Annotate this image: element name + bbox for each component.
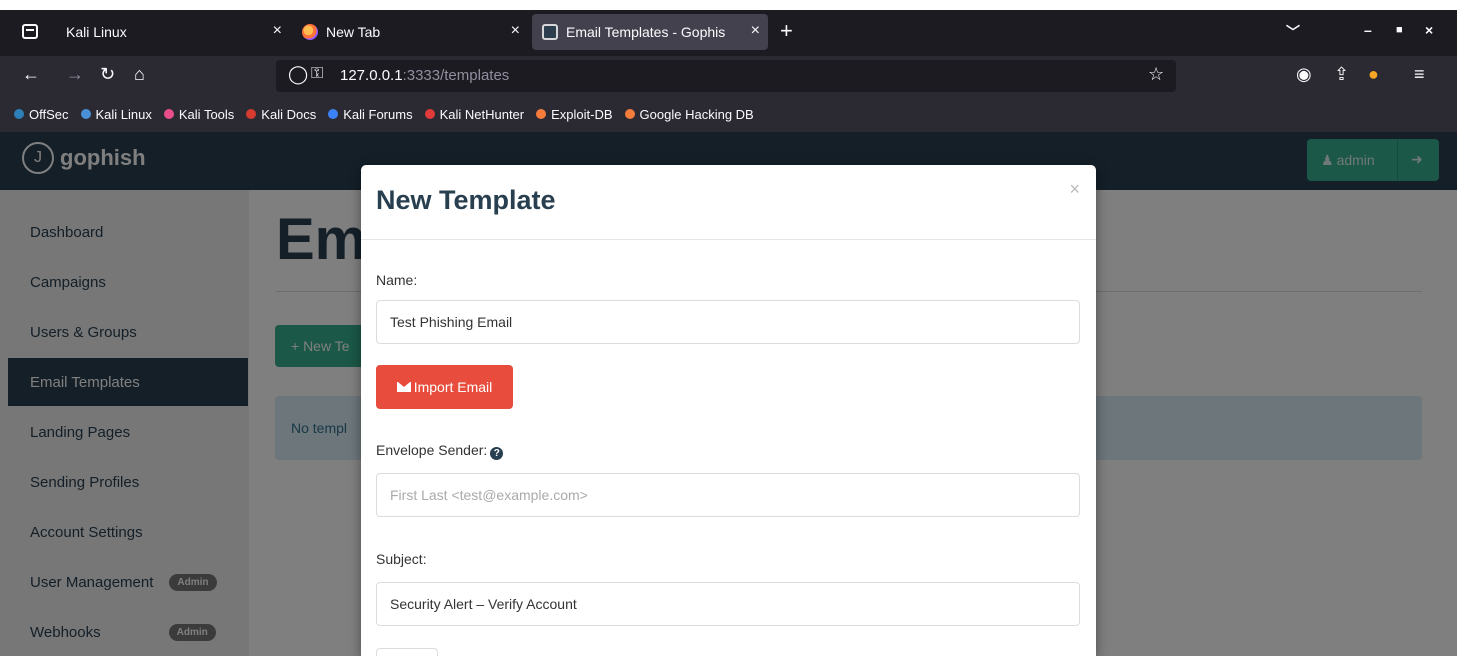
extension-icon[interactable]: ● [1368, 64, 1379, 85]
bookmark-kali-tools[interactable]: Kali Tools [163, 106, 235, 122]
subject-input[interactable] [376, 582, 1080, 626]
minimize-icon[interactable]: – [1364, 22, 1372, 38]
tab-new-tab[interactable]: New Tab × [302, 14, 520, 50]
bookmark-label: Kali Forums [343, 106, 413, 122]
url-path: :3333/templates [402, 67, 510, 84]
home-icon[interactable]: ⌂ [134, 64, 145, 85]
envelope-icon [396, 382, 411, 392]
envelope-sender-label: Envelope Sender:? [376, 442, 504, 460]
bookmark-label: Kali Linux [95, 106, 152, 122]
kali-tools-icon [163, 109, 174, 119]
bookmark-label: Google Hacking DB [639, 106, 754, 122]
envelope-sender-text: Envelope Sender: [376, 442, 488, 458]
bookmark-google-hacking-db[interactable]: Google Hacking DB [624, 106, 754, 122]
modal-title: New Template [376, 185, 556, 215]
envelope-sender-input[interactable] [376, 473, 1080, 517]
bookmark-label: Kali Tools [178, 106, 235, 122]
import-email-label: Import Email [413, 379, 493, 395]
bookmark-label: Exploit-DB [551, 106, 613, 122]
new-template-modal: New Template × Name: Import Email Envelo… [361, 165, 1096, 656]
close-window-icon[interactable]: × [1425, 22, 1433, 38]
bookmark-exploit-db[interactable]: Exploit-DB [536, 106, 613, 122]
share-icon[interactable]: ⇪ [1334, 64, 1349, 85]
bookmark-kali-nethunter[interactable]: Kali NetHunter [424, 106, 525, 122]
kali-docs-icon [246, 109, 257, 119]
bookmark-kali-linux[interactable]: Kali Linux [80, 106, 152, 122]
back-icon[interactable]: ← [22, 64, 40, 85]
tab-label: Kali Linux [66, 24, 127, 40]
tab-list-icon[interactable] [22, 24, 38, 39]
account-icon[interactable]: ◉ [1296, 64, 1312, 85]
import-email-button[interactable]: Import Email [376, 365, 513, 409]
tracking-shield-icon[interactable]: ◯ [288, 64, 308, 85]
exploit-db-icon [536, 109, 547, 119]
insecure-lock-icon[interactable]: ⚿ [311, 65, 323, 83]
maximize-icon[interactable]: ■ [1396, 24, 1403, 36]
tab-kali-linux[interactable]: Kali Linux × [66, 14, 282, 50]
tab-label: Email Templates - Gophis [566, 24, 726, 40]
url-host: 127.0.0.1 [340, 67, 403, 84]
tab-label: New Tab [326, 24, 381, 40]
subject-label: Subject: [376, 551, 427, 567]
nethunter-icon [424, 109, 435, 119]
bookmark-star-icon[interactable]: ☆ [1148, 64, 1164, 85]
kali-forums-icon [328, 109, 339, 119]
name-label: Name: [376, 272, 418, 288]
ghdb-icon [624, 109, 635, 119]
reload-icon[interactable]: ↻ [100, 64, 115, 85]
url-text[interactable]: 127.0.0.1:3333/templates [340, 67, 509, 84]
bookmark-kali-docs[interactable]: Kali Docs [246, 107, 316, 122]
window-top-edge [0, 0, 1457, 10]
close-tab-icon[interactable]: × [273, 22, 282, 40]
close-tab-icon[interactable]: × [751, 22, 760, 40]
modal-header: New Template × [361, 165, 1096, 240]
bookmark-offsec[interactable]: OffSec [14, 107, 69, 122]
tab-email-templates[interactable]: Email Templates - Gophis × [542, 14, 760, 50]
gophish-favicon-icon [542, 24, 558, 40]
kali-dragon-icon [80, 109, 91, 119]
bookmarks-bar: OffSec Kali Linux Kali Tools Kali Docs K… [0, 96, 1457, 132]
list-all-tabs-icon[interactable]: ﹀ [1286, 22, 1300, 42]
bookmark-label: Kali NetHunter [439, 106, 525, 122]
bookmark-label: OffSec [29, 106, 69, 122]
firefox-icon [302, 24, 318, 40]
close-icon[interactable]: × [1069, 179, 1080, 200]
help-icon[interactable]: ? [490, 447, 504, 460]
offsec-icon [14, 109, 24, 119]
editor-tab-partial[interactable] [376, 648, 438, 656]
bookmark-label: Kali Docs [261, 106, 317, 122]
bookmark-kali-forums[interactable]: Kali Forums [328, 106, 413, 122]
name-input[interactable] [376, 300, 1080, 344]
close-tab-icon[interactable]: × [511, 22, 520, 40]
forward-icon[interactable]: → [66, 64, 84, 85]
new-tab-button[interactable]: + [780, 18, 793, 44]
menu-icon[interactable]: ≡ [1414, 64, 1425, 85]
